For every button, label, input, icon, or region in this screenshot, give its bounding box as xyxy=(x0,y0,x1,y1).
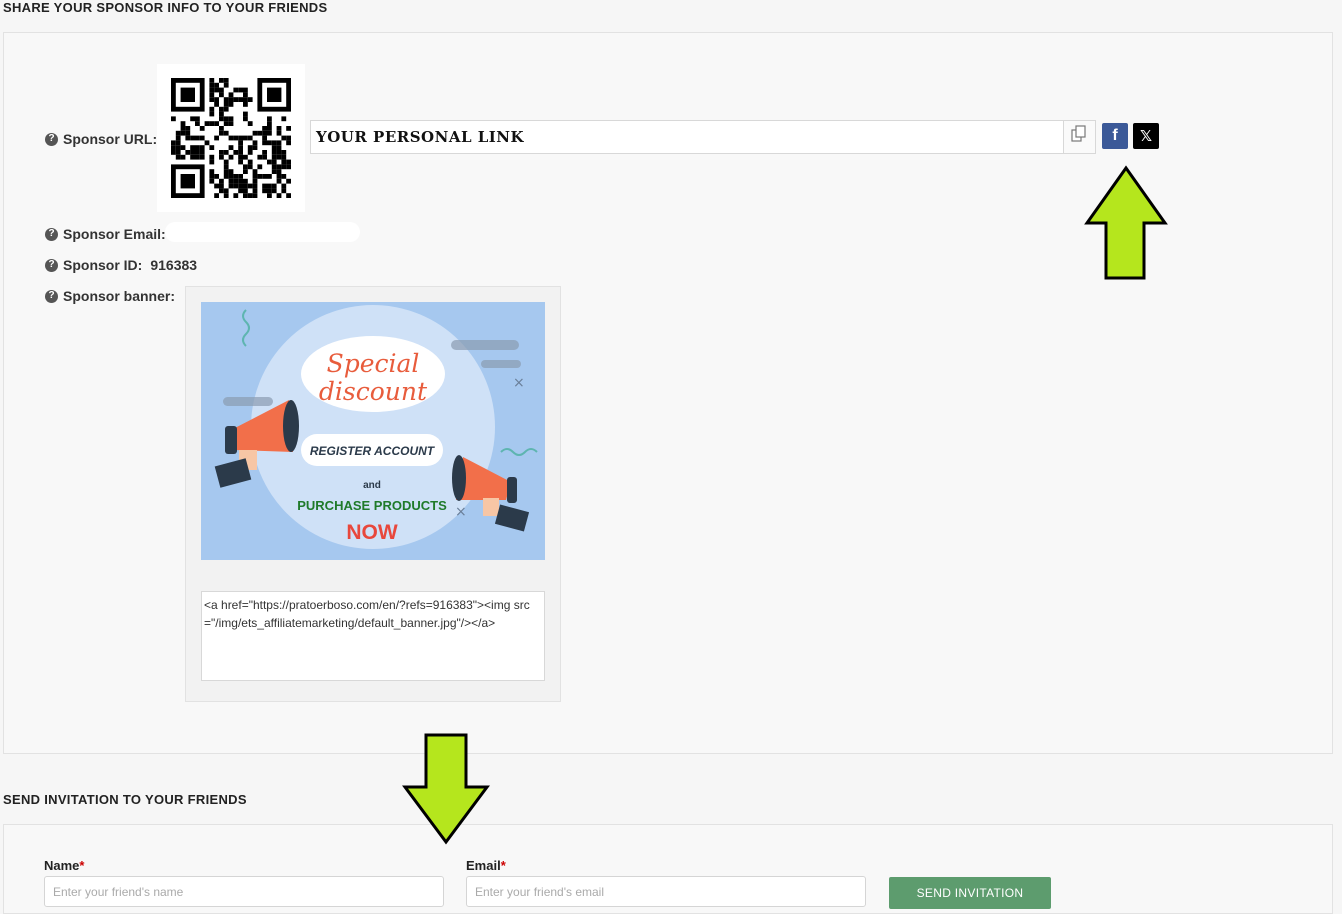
banner-purchase: PURCHASE PRODUCTS xyxy=(297,498,447,513)
help-icon[interactable]: ? xyxy=(45,258,58,272)
x-share-button[interactable]: 𝕏 xyxy=(1133,123,1159,149)
required-mark: * xyxy=(500,858,506,873)
down-arrow-annotation xyxy=(402,733,490,845)
sponsor-id-row: ? Sponsor ID: 916383 xyxy=(45,257,197,273)
share-section-title: SHARE YOUR SPONSOR INFO TO YOUR FRIENDS xyxy=(3,0,328,15)
sponsor-id-value: 916383 xyxy=(150,257,198,273)
x-icon: 𝕏 xyxy=(1139,127,1153,145)
banner-code-textarea[interactable]: <a href="https://pratoerboso.com/en/?ref… xyxy=(201,591,545,681)
svg-text:×: × xyxy=(513,375,525,391)
personal-link-field[interactable]: YOUR PERSONAL LINK xyxy=(310,120,1096,154)
sponsor-banner-image: × × Special discount REGISTER ACCOUNT an… xyxy=(201,302,545,560)
help-icon[interactable]: ? xyxy=(45,132,58,146)
personal-link-text: YOUR PERSONAL LINK xyxy=(316,128,525,146)
copy-icon xyxy=(1071,125,1086,142)
facebook-icon: f xyxy=(1112,127,1118,144)
sponsor-id-label: Sponsor ID: xyxy=(63,257,143,273)
friend-email-input[interactable] xyxy=(466,876,866,907)
copy-button[interactable] xyxy=(1063,121,1095,153)
banner-line1: Special xyxy=(327,349,420,378)
up-arrow-annotation xyxy=(1084,165,1168,280)
sponsor-email-row: ? Sponsor Email: xyxy=(45,226,166,242)
required-mark: * xyxy=(79,858,85,873)
banner-line2: discount xyxy=(319,377,428,406)
qr-code xyxy=(157,64,305,212)
sponsor-banner-row: ? Sponsor banner: xyxy=(45,288,175,304)
banner-register: REGISTER ACCOUNT xyxy=(310,444,436,458)
facebook-share-button[interactable]: f xyxy=(1102,123,1128,149)
sponsor-url-row: ? Sponsor URL: xyxy=(45,131,157,147)
email-label: Email* xyxy=(466,858,506,873)
sponsor-email-label: Sponsor Email: xyxy=(63,226,166,242)
svg-text:×: × xyxy=(455,504,467,520)
sponsor-url-label: Sponsor URL: xyxy=(63,131,158,147)
help-icon[interactable]: ? xyxy=(45,289,58,303)
banner-now: NOW xyxy=(346,521,398,544)
banner-and: and xyxy=(363,480,381,491)
help-icon[interactable]: ? xyxy=(45,227,58,241)
invite-section-title: SEND INVITATION TO YOUR FRIENDS xyxy=(3,792,247,807)
qr-code-image xyxy=(171,78,291,198)
friend-name-input[interactable] xyxy=(44,876,444,907)
send-invitation-button[interactable]: SEND INVITATION xyxy=(889,877,1051,909)
sponsor-banner-label: Sponsor banner: xyxy=(63,288,176,304)
sponsor-banner-box: × × Special discount REGISTER ACCOUNT an… xyxy=(185,286,561,702)
name-label: Name* xyxy=(44,858,85,873)
sponsor-email-redacted xyxy=(165,222,360,242)
